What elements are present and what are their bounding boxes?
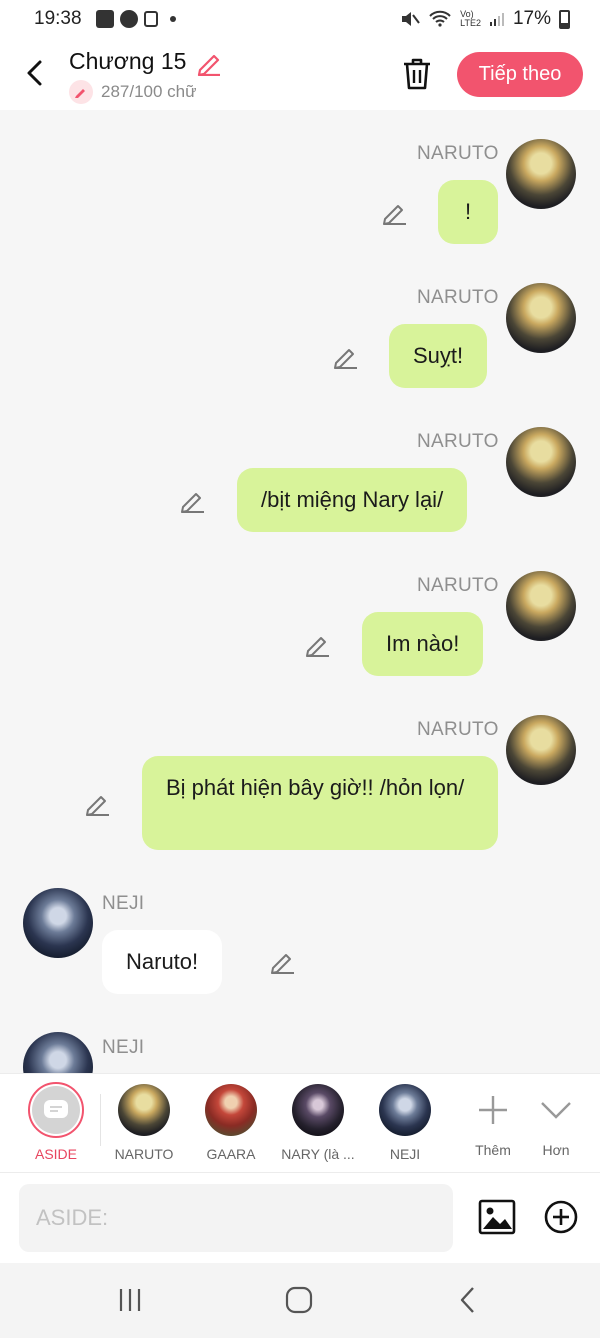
edit-title-icon[interactable] xyxy=(196,50,222,76)
divider xyxy=(100,1094,101,1146)
edit-message-icon[interactable] xyxy=(332,343,360,371)
pencil-badge-icon xyxy=(69,80,93,104)
mute-icon xyxy=(402,12,420,26)
edit-message-icon[interactable] xyxy=(179,487,207,515)
character-neji[interactable]: NEJI xyxy=(365,1084,445,1162)
character-aside[interactable]: ASIDE xyxy=(16,1082,96,1162)
gallery-icon xyxy=(96,10,114,28)
signal-icon xyxy=(489,13,504,26)
neji-avatar xyxy=(23,1032,93,1073)
naruto-avatar xyxy=(118,1084,170,1136)
more-characters-button[interactable]: Hơn xyxy=(516,1084,596,1158)
message-bubble[interactable]: Bị phát hiện bây giờ!! /hỏn lọn/ xyxy=(142,756,498,850)
character-label: NARY (là ... xyxy=(281,1146,355,1162)
naruto-avatar xyxy=(506,427,576,497)
character-selector: ASIDE NARUTO GAARA NARY (là ... NEJI Thê… xyxy=(0,1073,600,1173)
speaker-name: NARUTO xyxy=(417,143,499,164)
aside-ring xyxy=(28,1082,84,1138)
nary-avatar xyxy=(292,1084,344,1136)
naruto-avatar xyxy=(506,571,576,641)
chapter-title: Chương 15 xyxy=(69,48,187,74)
speaker-name: NEJI xyxy=(102,1037,145,1058)
speaker-name: NARUTO xyxy=(417,719,499,740)
message-bubble[interactable]: Im nào! xyxy=(362,612,484,676)
chapter-header: Chương 15 287/100 chữ Tiếp theo xyxy=(0,40,600,110)
edit-message-icon[interactable] xyxy=(304,631,332,659)
system-nav-bar xyxy=(0,1263,600,1338)
message-bubble[interactable]: /bịt miệng Nary lại/ xyxy=(237,468,468,532)
wifi-icon xyxy=(429,10,451,27)
aside-icon xyxy=(32,1086,80,1134)
naruto-avatar xyxy=(506,139,576,209)
recent-apps-icon[interactable] xyxy=(115,1285,145,1315)
volte-icon: Vo) LTE2 xyxy=(460,9,481,28)
speaker-name: NARUTO xyxy=(417,287,499,308)
edit-message-icon[interactable] xyxy=(84,790,112,818)
character-label: GAARA xyxy=(206,1146,256,1162)
home-icon[interactable] xyxy=(284,1285,314,1315)
speaker-name: NEJI xyxy=(102,893,145,914)
more-label: Hơn xyxy=(542,1142,570,1158)
character-label: NEJI xyxy=(389,1146,421,1162)
battery-percent: 17% xyxy=(512,8,551,29)
back-arrow-icon[interactable] xyxy=(22,58,48,88)
speaker-name: NARUTO xyxy=(417,431,499,452)
plus-icon xyxy=(467,1084,519,1136)
facebook-icon xyxy=(120,10,138,28)
status-time: 19:38 xyxy=(34,8,82,29)
naruto-avatar xyxy=(506,715,576,785)
neji-avatar xyxy=(23,888,93,958)
tiktok-icon xyxy=(144,11,158,27)
add-circle-icon[interactable] xyxy=(544,1200,578,1234)
neji-avatar xyxy=(379,1084,431,1136)
status-bar: 19:38 Vo) LTE2 17% xyxy=(0,0,600,40)
status-right: Vo) LTE2 17% xyxy=(400,8,570,30)
character-gaara[interactable]: GAARA xyxy=(191,1084,271,1162)
chat-area[interactable]: NARUTO ! NARUTO Suỵt! NARUTO /bịt miệng … xyxy=(0,110,600,1073)
more-notifications-icon xyxy=(170,16,176,22)
character-label: ASIDE xyxy=(34,1146,77,1162)
message-bubble[interactable]: Naruto! xyxy=(102,930,223,994)
naruto-avatar xyxy=(506,283,576,353)
next-chapter-button[interactable]: Tiếp theo xyxy=(457,52,583,97)
character-label: NARUTO xyxy=(114,1146,174,1162)
character-naruto[interactable]: NARUTO xyxy=(104,1084,184,1162)
composer xyxy=(0,1173,600,1263)
message-input[interactable] xyxy=(19,1184,453,1252)
message-bubble[interactable]: ! xyxy=(438,180,498,244)
edit-message-icon[interactable] xyxy=(269,948,297,976)
chevron-down-icon xyxy=(530,1084,582,1136)
word-count-row: 287/100 chữ xyxy=(69,80,197,104)
delete-icon[interactable] xyxy=(400,56,434,92)
edit-message-icon[interactable] xyxy=(381,199,409,227)
character-nary[interactable]: NARY (là ... xyxy=(278,1084,358,1162)
speaker-name: NARUTO xyxy=(417,575,499,596)
battery-icon xyxy=(559,9,570,29)
image-icon[interactable] xyxy=(478,1199,516,1235)
notification-icons xyxy=(96,10,176,28)
gaara-avatar xyxy=(205,1084,257,1136)
word-count: 287/100 chữ xyxy=(101,82,197,101)
message-bubble[interactable]: Suỵt! xyxy=(389,324,488,388)
back-nav-icon[interactable] xyxy=(453,1285,483,1315)
